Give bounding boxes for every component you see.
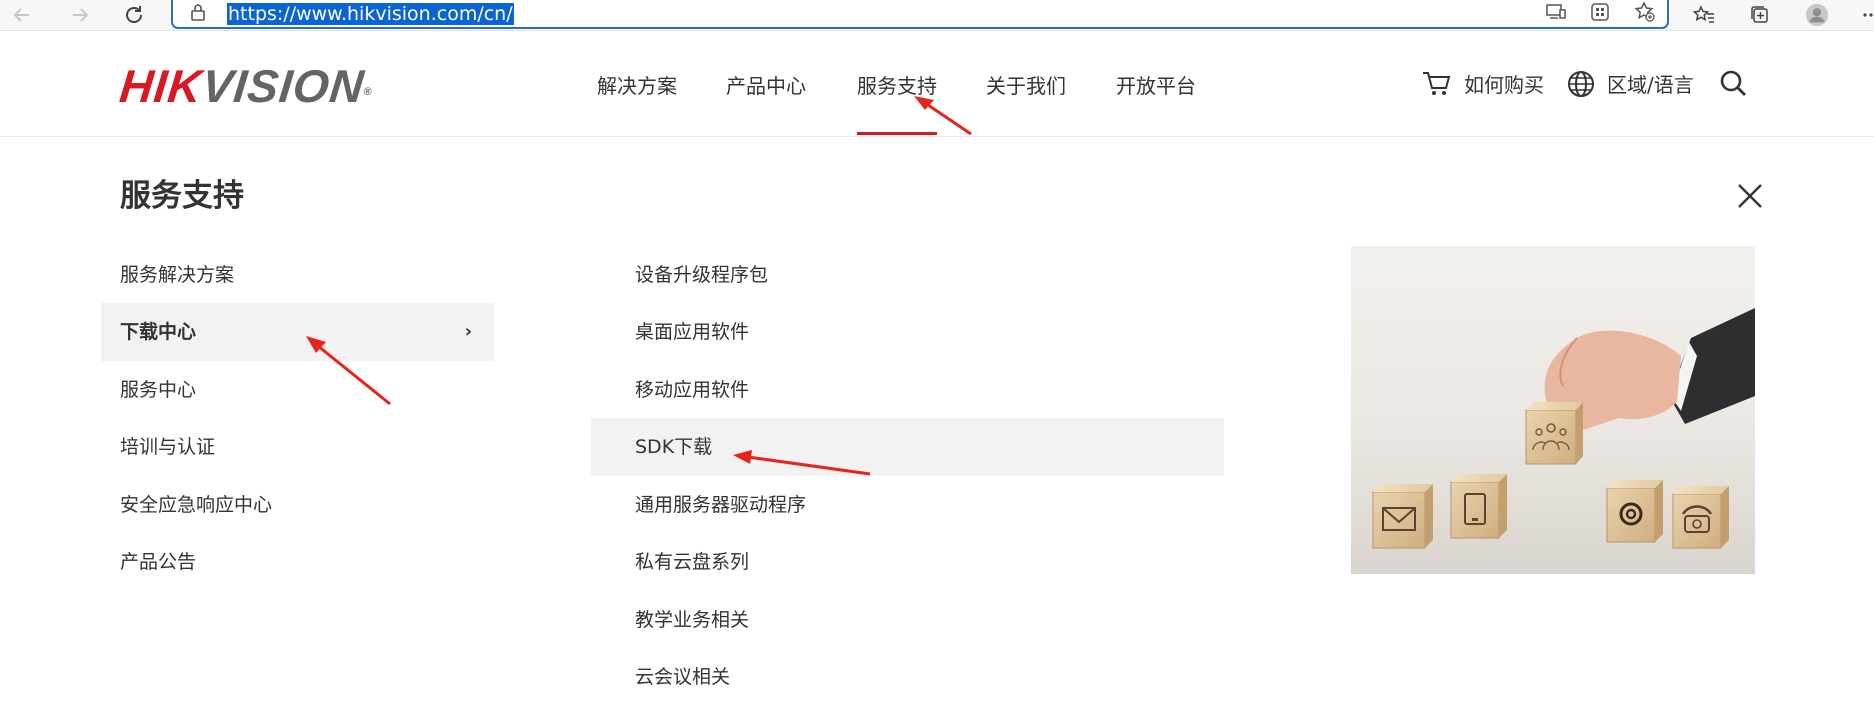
site-header: HIKVISION® 解决方案 产品中心 服务支持 关于我们 开放平台 如何购买…	[0, 31, 1874, 137]
globe-icon	[1568, 70, 1594, 97]
submenu-sdk-download[interactable]: SDK下载	[591, 418, 1224, 476]
submenu-firmware-packages[interactable]: 设备升级程序包	[591, 246, 1224, 304]
active-nav-indicator	[857, 132, 937, 135]
apps-icon[interactable]	[1588, 0, 1612, 24]
more-icon[interactable]	[1858, 3, 1874, 27]
favorite-add-icon[interactable]	[1633, 0, 1657, 24]
region-language-link[interactable]: 区域/语言	[1567, 69, 1694, 98]
submenu-server-drivers[interactable]: 通用服务器驱动程序	[591, 476, 1224, 534]
nav-open-platform[interactable]: 开放平台	[1116, 73, 1196, 99]
menu-item-download-center[interactable]: 下载中心 ›	[101, 303, 494, 361]
nav-products[interactable]: 产品中心	[726, 73, 806, 99]
nav-solutions[interactable]: 解决方案	[597, 73, 677, 99]
at-icon	[1606, 480, 1663, 543]
lock-icon[interactable]	[186, 0, 210, 24]
submenu-desktop-software[interactable]: 桌面应用软件	[591, 303, 1224, 361]
forward-arrow-icon[interactable]	[68, 3, 92, 27]
device-cast-icon[interactable]	[1544, 0, 1568, 24]
how-to-buy-link[interactable]: 如何购买	[1422, 69, 1544, 98]
chevron-right-icon: ›	[464, 321, 472, 342]
back-arrow-icon[interactable]	[10, 3, 34, 27]
profile-icon[interactable]	[1805, 3, 1829, 27]
telephone-icon	[1672, 486, 1729, 549]
nav-service-support[interactable]: 服务支持	[857, 73, 937, 99]
close-menu-button[interactable]	[1734, 180, 1766, 212]
tablet-icon	[1450, 474, 1507, 539]
submenu-education[interactable]: 教学业务相关	[591, 591, 1224, 649]
menu-item-security-response[interactable]: 安全应急响应中心	[101, 476, 494, 534]
hikvision-logo[interactable]: HIKVISION®	[117, 60, 376, 112]
cart-icon	[1423, 71, 1451, 95]
browser-toolbar: https://www.hikvision.com/cn/	[0, 0, 1874, 31]
menu-item-service-solutions[interactable]: 服务解决方案	[101, 246, 494, 304]
url-text[interactable]: https://www.hikvision.com/cn/	[227, 3, 514, 25]
search-button[interactable]	[1719, 69, 1747, 97]
submenu-cloud-meeting[interactable]: 云会议相关	[591, 648, 1224, 706]
submenu-private-cloud[interactable]: 私有云盘系列	[591, 533, 1224, 591]
address-bar[interactable]: https://www.hikvision.com/cn/	[171, 0, 1669, 29]
favorites-icon[interactable]	[1692, 3, 1716, 27]
submenu-mobile-software[interactable]: 移动应用软件	[591, 361, 1224, 419]
menu-item-product-notice[interactable]: 产品公告	[101, 533, 494, 591]
people-icon	[1525, 402, 1583, 465]
how-to-buy-label: 如何购买	[1464, 73, 1544, 97]
close-icon	[1738, 184, 1762, 208]
collections-icon[interactable]	[1748, 3, 1772, 27]
nav-about-us[interactable]: 关于我们	[986, 73, 1066, 99]
menu-item-service-center[interactable]: 服务中心	[101, 361, 494, 419]
search-icon	[1720, 70, 1746, 96]
mail-icon	[1372, 484, 1433, 549]
refresh-icon[interactable]	[122, 3, 146, 27]
region-language-label: 区域/语言	[1607, 73, 1694, 97]
menu-title: 服务支持	[120, 178, 244, 214]
promo-image	[1351, 246, 1755, 574]
menu-item-training-certification[interactable]: 培训与认证	[101, 418, 494, 476]
